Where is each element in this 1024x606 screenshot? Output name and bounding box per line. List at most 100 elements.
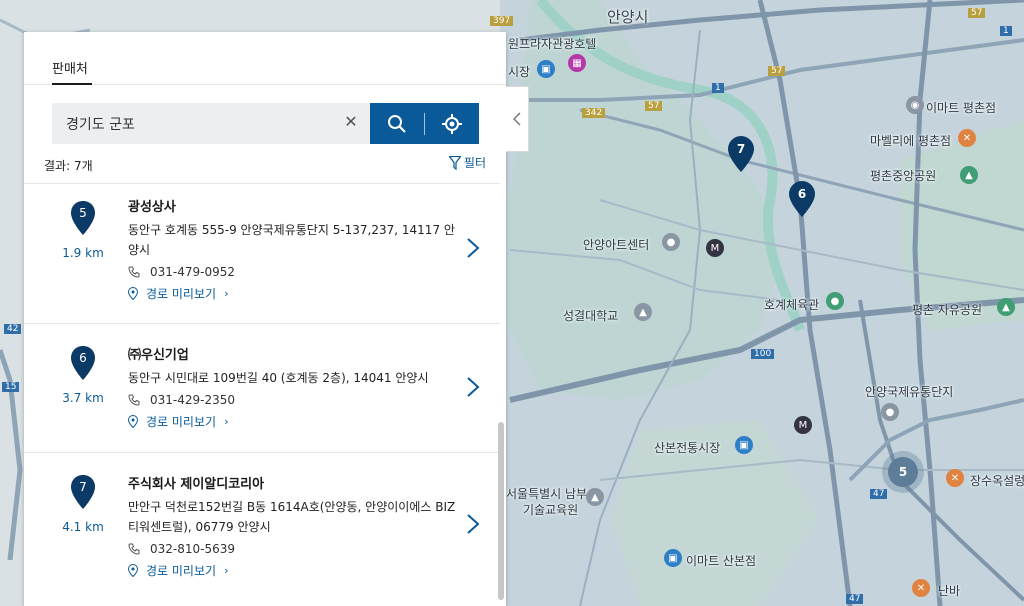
dealer-name: ㈜우신기업 — [128, 348, 189, 363]
restaurant-icon[interactable]: ✕ — [912, 579, 930, 597]
distance: 3.7 km — [62, 391, 104, 405]
store-icon[interactable]: ◉ — [906, 96, 924, 114]
hotel-icon[interactable]: ▦ — [568, 54, 586, 72]
search-bar: ✕ — [52, 103, 479, 144]
route-sign: 57 — [968, 0, 986, 19]
school-icon[interactable]: ▲ — [634, 303, 652, 321]
landmark-icon[interactable]: ● — [881, 403, 899, 421]
route-preview-link[interactable]: 경로 미리보기 › — [128, 413, 458, 430]
route-sign: 57 — [645, 93, 663, 112]
dealer-phone: 032-810-5639 — [128, 542, 458, 556]
route-sign: 1 — [1000, 18, 1012, 37]
collapse-panel-button[interactable] — [506, 86, 529, 152]
search-input[interactable] — [66, 115, 336, 132]
map-label: 이마트 산본점 — [686, 554, 757, 568]
landmark-icon[interactable]: ● — [662, 233, 680, 251]
route-sign: 47 — [870, 481, 888, 500]
map-label: 마벨리에 평촌점 — [870, 134, 952, 148]
route-sign: 47 — [846, 586, 864, 605]
map-label: 안양국제유통단지 — [865, 385, 954, 399]
route-preview-link[interactable]: 경로 미리보기 › — [128, 562, 458, 579]
route-sign: 1 — [712, 75, 724, 94]
map-label: 이마트 평촌점 — [926, 101, 997, 115]
map-label: 평촌 자유공원 — [912, 303, 983, 317]
chevron-left-icon — [513, 112, 521, 126]
park-icon[interactable]: ▲ — [997, 298, 1015, 316]
chevron-right-icon: › — [224, 415, 229, 428]
restaurant-icon[interactable]: ✕ — [958, 129, 976, 147]
gym-icon[interactable]: ● — [826, 292, 844, 310]
pin-marker: 7 — [71, 475, 95, 509]
restaurant-icon[interactable]: ✕ — [946, 469, 964, 487]
list-item[interactable]: 5 1.9 km 광성상사 동안구 호계동 555-9 안양국제유통단지 5-1… — [24, 183, 500, 323]
result-row: 결과: 7개 필터 — [44, 154, 486, 174]
chevron-right-icon[interactable] — [466, 376, 480, 398]
chevron-right-icon[interactable] — [466, 513, 480, 535]
phone-icon — [128, 394, 140, 406]
dealer-name: 광성상사 — [128, 200, 176, 215]
route-label: 경로 미리보기 — [146, 564, 217, 578]
map-label: 서울특별시 남부 — [506, 487, 588, 501]
market-icon[interactable]: ▣ — [537, 60, 555, 78]
chevron-right-icon[interactable] — [466, 237, 480, 259]
phone-number[interactable]: 031-429-2350 — [150, 393, 235, 407]
list-item[interactable]: 6 3.7 km ㈜우신기업 동안구 시민대로 109번길 40 (호계동 2층… — [24, 323, 500, 452]
park-icon[interactable]: ▲ — [960, 166, 978, 184]
map-cluster[interactable]: 5 — [888, 457, 918, 487]
pin-column: 7 4.1 km — [52, 475, 114, 534]
map-marker-7[interactable]: 7 — [728, 136, 754, 172]
result-count: 결과: 7개 — [44, 159, 93, 173]
map-label: 안양시 — [607, 8, 649, 26]
map-label: 평촌중앙공원 — [870, 169, 937, 183]
locate-button[interactable] — [425, 103, 479, 144]
market-icon[interactable]: ▣ — [735, 436, 753, 454]
phone-number[interactable]: 032-810-5639 — [150, 542, 235, 556]
market-icon[interactable]: ▣ — [664, 549, 682, 567]
route-preview-link[interactable]: 경로 미리보기 › — [128, 285, 458, 302]
scrollbar[interactable] — [498, 422, 504, 600]
tab-dealers[interactable]: 판매처 — [52, 58, 88, 77]
map-marker-number: 7 — [736, 142, 746, 156]
dealer-panel: 판매처 ✕ — [24, 32, 506, 606]
clear-icon[interactable]: ✕ — [342, 113, 360, 131]
filter-label: 필터 — [463, 156, 486, 170]
dealer-address: 동안구 시민대로 109번길 40 (호계동 2층), 14041 안양시 — [128, 371, 429, 385]
route-sign: 342 — [582, 100, 606, 119]
dealer-address: 만안구 덕천로152번길 B동 1614A호(안양동, 안양이이에스 BIZ 티… — [128, 500, 456, 534]
phone-icon — [128, 543, 140, 555]
dealer-info: 광성상사 동안구 호계동 555-9 안양국제유통단지 5-137,237, 1… — [128, 196, 458, 302]
search-box: ✕ — [52, 103, 370, 144]
search-buttons — [370, 103, 479, 144]
distance: 4.1 km — [62, 520, 104, 534]
pin-number: 6 — [79, 351, 87, 365]
subway-icon[interactable]: M — [794, 416, 812, 434]
pin-marker: 5 — [71, 201, 95, 235]
pin-number: 7 — [79, 480, 87, 494]
map-marker-6[interactable]: 6 — [789, 181, 815, 217]
subway-icon[interactable]: M — [706, 239, 724, 257]
search-icon — [388, 114, 406, 133]
filter-icon — [448, 155, 461, 170]
list-item[interactable]: 7 4.1 km 주식회사 제이알디코리아 만안구 덕천로152번길 B동 16… — [24, 452, 500, 606]
map-label: 기술교육원 — [523, 503, 579, 517]
map-label: 산본전통시장 — [654, 441, 721, 455]
map-label: 시장 — [508, 65, 531, 79]
route-sign: 397 — [490, 8, 514, 27]
location-pin-icon — [128, 287, 138, 300]
map-label: 원프라자관광호텔 — [508, 37, 597, 51]
search-button[interactable] — [370, 103, 424, 144]
map-label: 안양아트센터 — [583, 238, 650, 252]
result-list[interactable]: 5 1.9 km 광성상사 동안구 호계동 555-9 안양국제유통단지 5-1… — [24, 183, 500, 606]
map-label: 호계체육관 — [764, 298, 820, 312]
dealer-phone: 031-479-0952 — [128, 265, 458, 279]
map-label: 난바 — [938, 584, 961, 598]
filter-button[interactable]: 필터 — [448, 154, 486, 171]
chevron-right-icon: › — [224, 287, 229, 300]
pin-number: 5 — [79, 206, 87, 220]
school-icon[interactable]: ▲ — [586, 488, 604, 506]
phone-number[interactable]: 031-479-0952 — [150, 265, 235, 279]
map-marker-number: 6 — [797, 187, 807, 201]
pin-column: 5 1.9 km — [52, 201, 114, 260]
route-sign: 15 — [2, 374, 20, 393]
panel-tabs: 판매처 — [24, 32, 506, 85]
